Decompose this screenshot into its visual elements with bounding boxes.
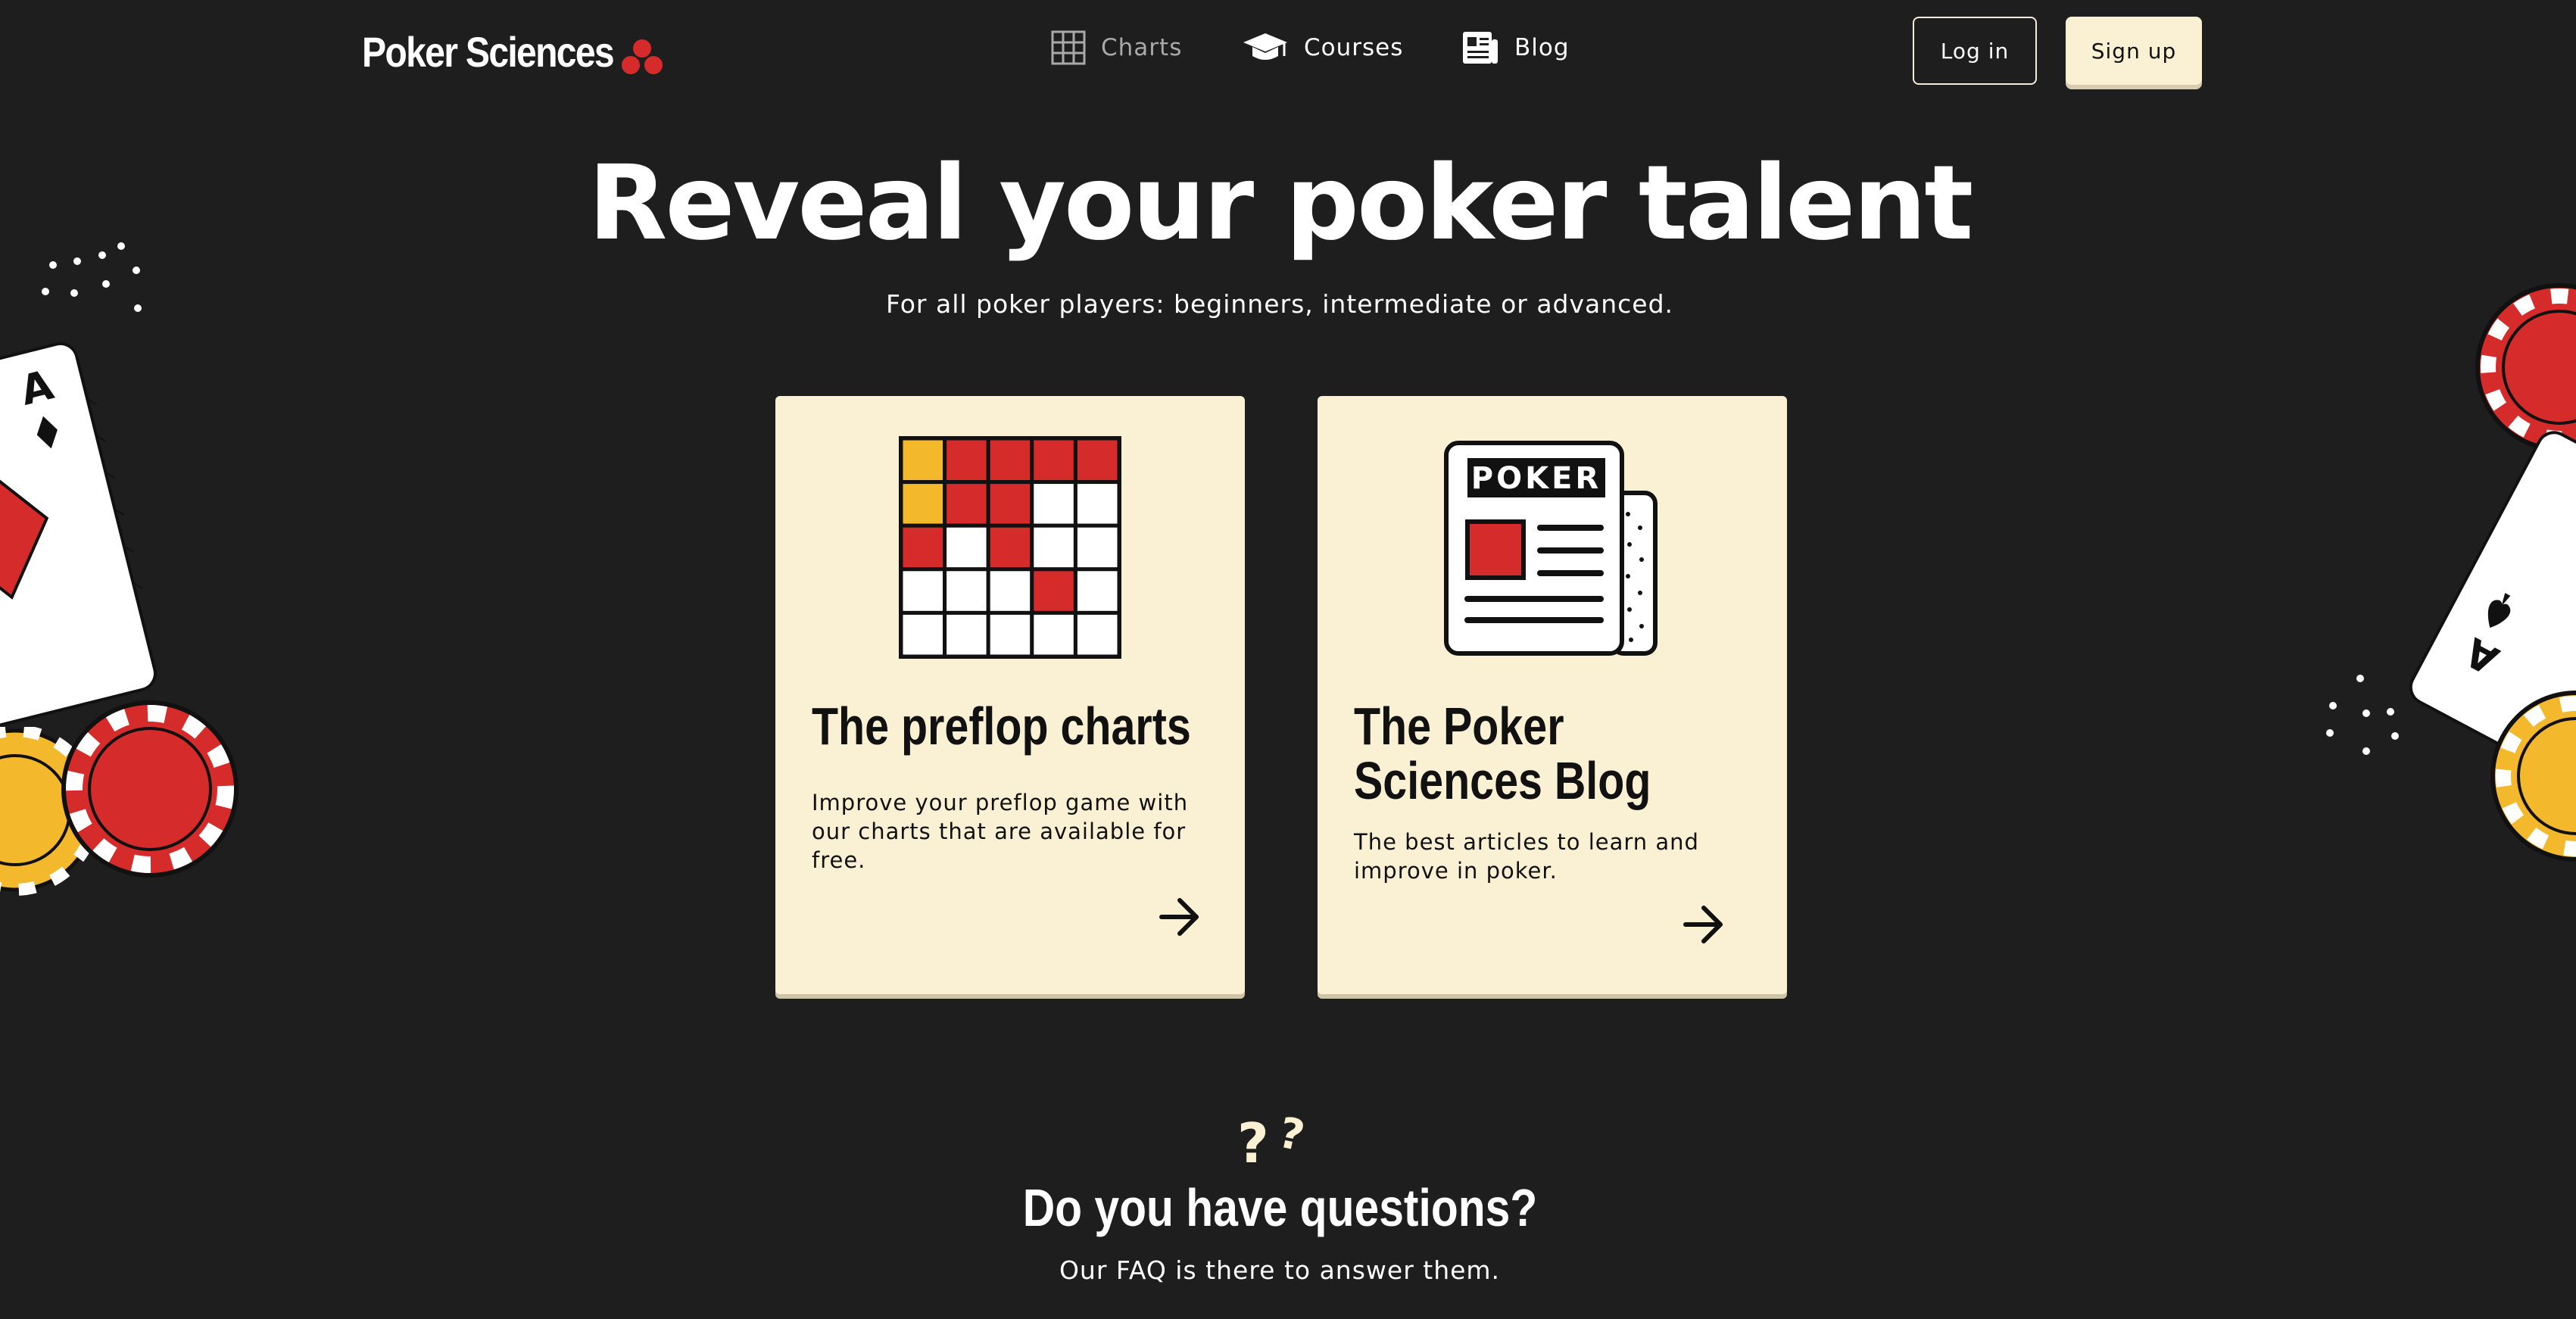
newspaper-illustration: POKER <box>1444 441 1658 656</box>
logo-text: Poker Sciences <box>362 28 615 76</box>
grid-cell <box>986 567 1034 615</box>
preflop-charts-card[interactable]: The preflop charts Improve your preflop … <box>775 396 1245 994</box>
grid-cell <box>1073 436 1121 485</box>
grid-cell <box>943 436 990 485</box>
grid-cell <box>943 610 990 659</box>
hero-subtitle: For all poker players: beginners, interm… <box>885 289 1674 319</box>
decorative-dots-left <box>42 242 142 312</box>
grid-cell <box>1073 480 1121 528</box>
grid-cell <box>899 523 947 572</box>
grid-cell <box>943 480 990 528</box>
nav-blog[interactable]: Blog <box>1461 30 1570 65</box>
grid-cell <box>899 436 947 485</box>
grid-cell <box>1030 567 1077 615</box>
grid-cell <box>1073 523 1121 572</box>
grid-cell <box>943 523 990 572</box>
newspaper-icon <box>1463 32 1498 64</box>
nav-charts[interactable]: Charts <box>1051 30 1182 65</box>
nav-charts-label: Charts <box>1101 34 1183 61</box>
preflop-grid-illustration <box>899 436 1121 659</box>
svg-text:?: ? <box>1237 1112 1269 1170</box>
card-title-line1: The Poker <box>1354 697 1564 756</box>
grid-cell <box>986 523 1034 572</box>
faq-title: Do you have questions? <box>0 1177 2559 1238</box>
graduation-cap-icon <box>1243 33 1287 60</box>
newspaper-label: POKER <box>1471 461 1601 496</box>
poker-chip-red-left <box>61 700 239 878</box>
card-title-line2: Sciences Blog <box>1354 751 1651 810</box>
nav-blog-label: Blog <box>1514 34 1570 61</box>
arrow-right-icon[interactable] <box>1681 903 1726 946</box>
card-title: The preflop charts <box>812 697 1191 756</box>
grid-cell <box>1030 436 1077 485</box>
grid-cell <box>986 610 1034 659</box>
grid-cell <box>899 567 947 615</box>
grid-icon <box>1051 30 1086 65</box>
nav-courses-label: Courses <box>1304 34 1404 61</box>
nav-courses[interactable]: Courses <box>1242 30 1403 65</box>
grid-cell <box>1073 610 1121 659</box>
grid-cell <box>1030 523 1077 572</box>
grid-cell <box>1030 480 1077 528</box>
hero-title: Reveal your poker talent <box>588 144 1974 263</box>
grid-cell <box>899 480 947 528</box>
grid-cell <box>1073 567 1121 615</box>
arrow-right-icon[interactable] <box>1157 896 1202 938</box>
question-marks-icon: ? ? <box>1237 1109 1308 1170</box>
grid-cell <box>986 480 1034 528</box>
svg-text:?: ? <box>1274 1109 1308 1162</box>
card-description: Improve your preflop game with our chart… <box>812 790 1189 873</box>
card-description: The best articles to learn and improve i… <box>1354 829 1699 884</box>
blog-card[interactable]: POKER The Poker Sciences Blog The best a… <box>1318 396 1787 994</box>
poker-chip-yellow-right <box>2490 691 2576 862</box>
grid-cell <box>899 610 947 659</box>
login-button[interactable]: Log in <box>1913 17 2037 85</box>
faq-subtitle: Our FAQ is there to answer them. <box>1059 1255 1501 1285</box>
grid-cell <box>1030 610 1077 659</box>
ace-of-diamonds-card: A <box>0 341 157 734</box>
grid-cell <box>986 436 1034 485</box>
logo[interactable]: Poker Sciences <box>362 27 654 76</box>
decorative-dots-right <box>2326 675 2399 755</box>
grid-cell <box>943 567 990 615</box>
clubs-logo-icon <box>622 39 663 74</box>
faq-title-text: Do you have questions? <box>1022 1178 1537 1237</box>
signup-button[interactable]: Sign up <box>2066 17 2202 85</box>
